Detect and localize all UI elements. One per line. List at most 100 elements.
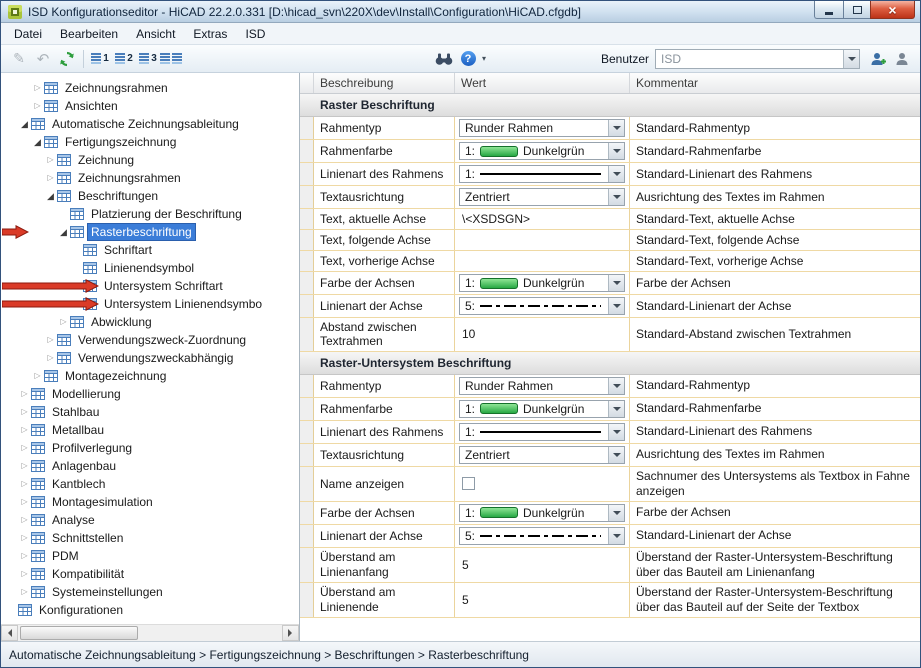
tree-item[interactable]: ▷Kantblech <box>1 475 299 493</box>
expand-icon[interactable]: ▷ <box>45 156 56 164</box>
refresh-button[interactable] <box>55 48 79 70</box>
scroll-left-button[interactable] <box>1 625 18 641</box>
menu-item-ansicht[interactable]: Ansicht <box>127 24 184 44</box>
value-dropdown[interactable]: 5: <box>459 297 625 315</box>
scroll-right-button[interactable] <box>282 625 299 641</box>
dropdown-arrow[interactable] <box>608 528 624 544</box>
checkbox[interactable] <box>462 477 475 490</box>
tree-item[interactable]: ▷Analyse <box>1 511 299 529</box>
tree-item[interactable]: ▷Verwendungszweckabhängig <box>1 349 299 367</box>
edit-button[interactable]: ✎ <box>7 48 31 70</box>
tree-item[interactable]: Untersystem Schriftart <box>1 277 299 295</box>
user-manage-button[interactable] <box>890 48 914 70</box>
tree-item[interactable]: ◢Beschriftungen <box>1 187 299 205</box>
tree-item[interactable]: ▷Zeichnung <box>1 151 299 169</box>
tree-item[interactable]: Konfigurationen <box>1 601 299 619</box>
expand-icon[interactable]: ▷ <box>19 570 30 578</box>
expand-icon[interactable]: ▷ <box>19 390 30 398</box>
expand-icon[interactable]: ▷ <box>45 354 56 362</box>
dropdown-arrow[interactable] <box>608 166 624 182</box>
value-dropdown[interactable]: Runder Rahmen <box>459 119 625 137</box>
value-text-field[interactable]: 5 <box>459 558 469 572</box>
close-button[interactable]: × <box>870 1 915 19</box>
minimize-button[interactable] <box>814 1 843 19</box>
tree-item[interactable]: ▷Profilverlegung <box>1 439 299 457</box>
expand-icon[interactable]: ▷ <box>19 480 30 488</box>
tree-item[interactable]: ▷Montagezeichnung <box>1 367 299 385</box>
expand-icon[interactable]: ▷ <box>19 588 30 596</box>
tree-item[interactable]: ▷Stahlbau <box>1 403 299 421</box>
dropdown-arrow[interactable] <box>608 143 624 159</box>
value-dropdown[interactable]: 1:Dunkelgrün <box>459 400 625 418</box>
value-text-field[interactable]: 10 <box>459 327 475 341</box>
tree-item[interactable]: ▷Modellierung <box>1 385 299 403</box>
tree-item[interactable]: ▷Montagesimulation <box>1 493 299 511</box>
tree-item[interactable]: ▷Zeichnungsrahmen <box>1 169 299 187</box>
help-button[interactable]: ? <box>456 48 480 70</box>
expand-icon[interactable]: ▷ <box>19 552 30 560</box>
dropdown-arrow[interactable] <box>608 189 624 205</box>
expand-icon[interactable]: ▷ <box>32 84 43 92</box>
value-dropdown[interactable]: 5: <box>459 527 625 545</box>
tree-horizontal-scrollbar[interactable] <box>1 624 299 641</box>
expand-icon[interactable]: ▷ <box>19 498 30 506</box>
collapse-icon[interactable]: ◢ <box>58 228 69 237</box>
value-dropdown[interactable]: 1:Dunkelgrün <box>459 274 625 292</box>
value-text-field[interactable]: 5 <box>459 593 469 607</box>
menu-item-isd[interactable]: ISD <box>236 24 274 44</box>
expand-icon[interactable]: ▷ <box>32 102 43 110</box>
tree-item[interactable]: ◢Fertigungszeichnung <box>1 133 299 151</box>
value-dropdown[interactable]: 1:Dunkelgrün <box>459 504 625 522</box>
value-dropdown[interactable]: 1:Dunkelgrün <box>459 142 625 160</box>
expand-icon[interactable]: ▷ <box>19 426 30 434</box>
dropdown-arrow[interactable] <box>608 378 624 394</box>
value-dropdown[interactable]: 1: <box>459 423 625 441</box>
column-header-kommentar[interactable]: Kommentar <box>630 73 920 93</box>
dropdown-arrow[interactable] <box>843 50 859 68</box>
tree-item[interactable]: Schriftart <box>1 241 299 259</box>
value-dropdown[interactable]: 1: <box>459 165 625 183</box>
expand-level-1-button[interactable]: 1 <box>88 48 112 70</box>
scrollbar-track[interactable] <box>18 625 282 641</box>
value-dropdown[interactable]: Zentriert <box>459 446 625 464</box>
tree-item[interactable]: ▷Abwicklung <box>1 313 299 331</box>
dropdown-arrow[interactable] <box>608 424 624 440</box>
user-add-button[interactable] <box>866 48 890 70</box>
dropdown-arrow[interactable] <box>608 275 624 291</box>
tree-item[interactable]: Linienendsymbol <box>1 259 299 277</box>
collapse-icon[interactable]: ◢ <box>19 120 30 129</box>
tree-item[interactable]: ▷PDM <box>1 547 299 565</box>
expand-icon[interactable]: ▷ <box>32 372 43 380</box>
expand-icon[interactable]: ▷ <box>58 318 69 326</box>
tree-item[interactable]: ▷Ansichten <box>1 97 299 115</box>
user-select[interactable]: ISD <box>655 49 860 69</box>
tree-item[interactable]: ▷Schnittstellen <box>1 529 299 547</box>
tree-item[interactable]: ▷Verwendungszweck-Zuordnung <box>1 331 299 349</box>
expand-icon[interactable]: ▷ <box>19 408 30 416</box>
expand-icon[interactable]: ▷ <box>45 174 56 182</box>
menu-item-extras[interactable]: Extras <box>184 24 236 44</box>
scrollbar-thumb[interactable] <box>20 626 138 640</box>
tree-item[interactable]: ▷Systemeinstellungen <box>1 583 299 601</box>
collapse-icon[interactable]: ◢ <box>32 138 43 147</box>
column-header-beschreibung[interactable]: Beschreibung <box>314 73 455 93</box>
column-header-wert[interactable]: Wert <box>455 73 630 93</box>
tree-item[interactable]: ▷Kompatibilität <box>1 565 299 583</box>
expand-icon[interactable]: ▷ <box>19 516 30 524</box>
tree-item[interactable]: ◢Rasterbeschriftung <box>1 223 299 241</box>
expand-level-3-button[interactable]: 3 <box>136 48 160 70</box>
value-text-field[interactable]: \<XSDSGN> <box>459 212 530 226</box>
help-dropdown-icon[interactable]: ▾ <box>482 54 486 63</box>
dropdown-arrow[interactable] <box>608 401 624 417</box>
search-button[interactable] <box>432 48 456 70</box>
tree-item[interactable]: Untersystem Linienendsymbo <box>1 295 299 313</box>
menu-item-bearbeiten[interactable]: Bearbeiten <box>51 24 127 44</box>
value-dropdown[interactable]: Zentriert <box>459 188 625 206</box>
collapse-icon[interactable]: ◢ <box>45 192 56 201</box>
tree-item[interactable]: ▷Zeichnungsrahmen <box>1 79 299 97</box>
expand-icon[interactable]: ▷ <box>45 336 56 344</box>
tree-item[interactable]: Platzierung der Beschriftung <box>1 205 299 223</box>
expand-icon[interactable]: ▷ <box>19 444 30 452</box>
menu-item-datei[interactable]: Datei <box>5 24 51 44</box>
expand-all-button[interactable] <box>160 48 184 70</box>
